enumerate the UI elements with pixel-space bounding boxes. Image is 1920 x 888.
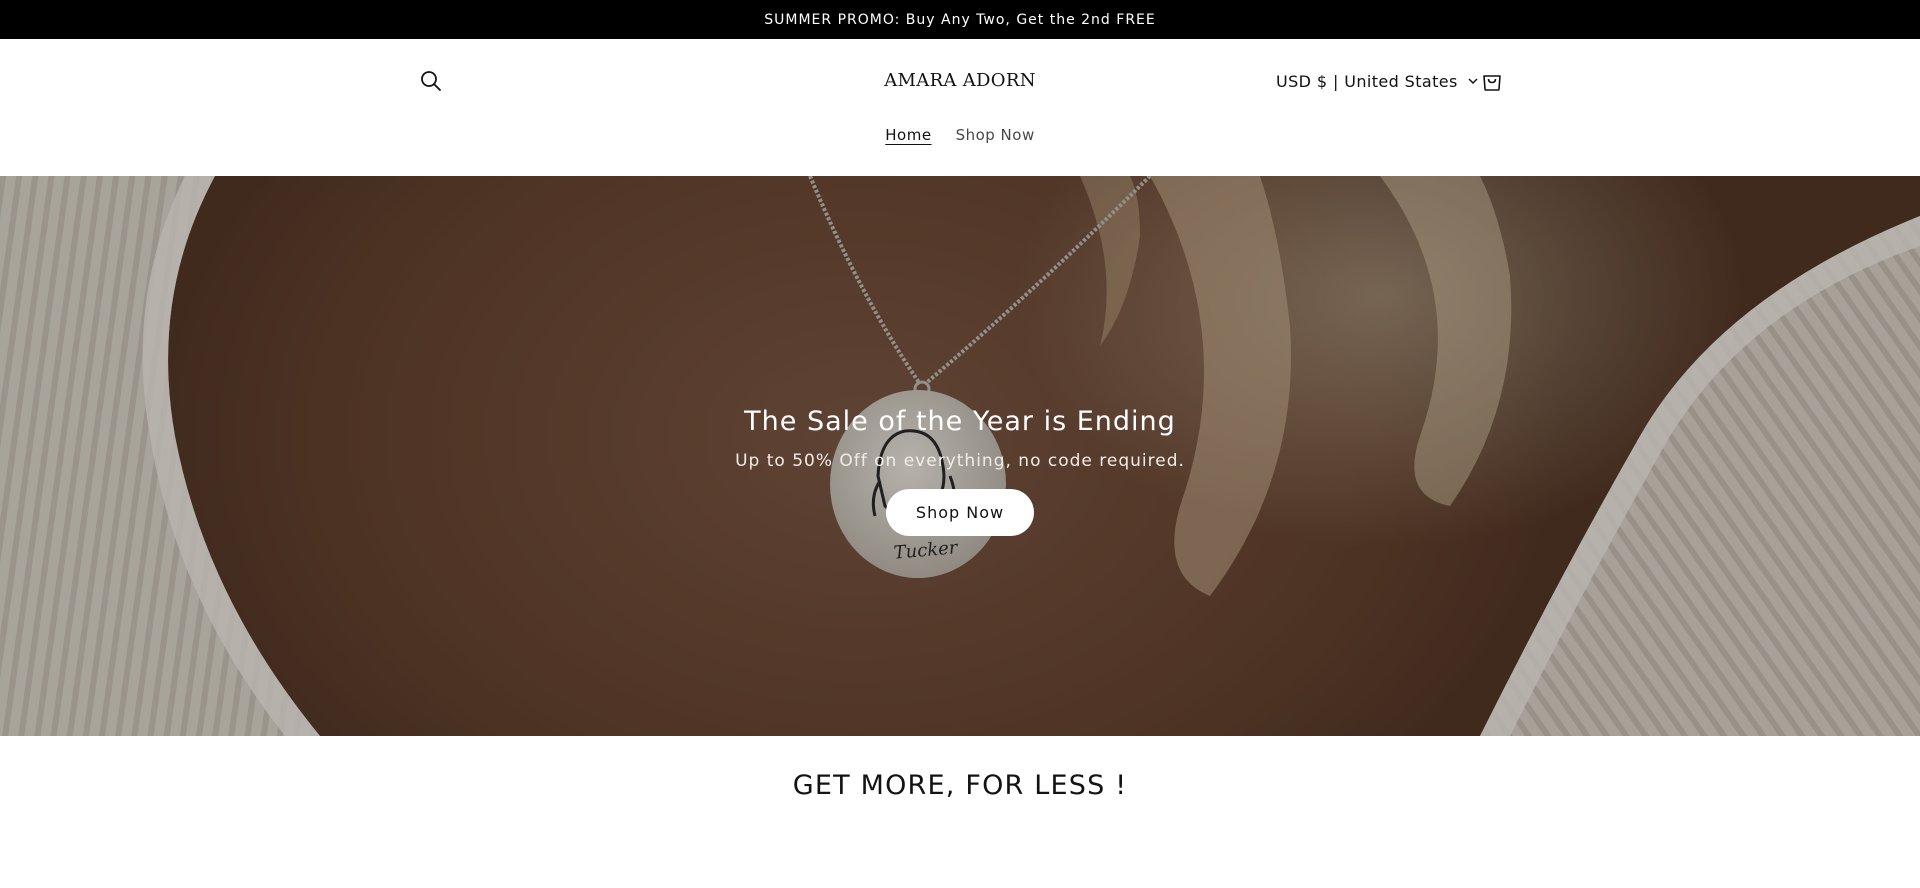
site-logo[interactable]: AMARA ADORN bbox=[760, 67, 1160, 95]
hero-subtitle: Up to 50% Off on everything, no code req… bbox=[735, 451, 1185, 471]
cart-button[interactable] bbox=[1477, 66, 1507, 96]
search-button[interactable] bbox=[417, 67, 445, 95]
main-nav: Home Shop Now bbox=[0, 122, 1920, 148]
cart-icon bbox=[1483, 75, 1501, 91]
shop-now-button[interactable]: Shop Now bbox=[885, 489, 1035, 536]
section-title: GET MORE, FOR LESS ! bbox=[792, 770, 1128, 801]
search-icon bbox=[421, 71, 441, 91]
announcement-text: SUMMER PROMO: Buy Any Two, Get the 2nd F… bbox=[764, 11, 1156, 28]
announcement-bar: SUMMER PROMO: Buy Any Two, Get the 2nd F… bbox=[0, 0, 1920, 39]
locale-label: USD $ | United States bbox=[1276, 71, 1458, 91]
hero-title: The Sale of the Year is Ending bbox=[744, 406, 1176, 437]
hero-banner: Tucker The Sale of the Year is Ending Up… bbox=[0, 176, 1920, 736]
nav-item-home[interactable]: Home bbox=[885, 122, 931, 148]
site-header: AMARA ADORN USD $ | United States Home S… bbox=[0, 39, 1920, 176]
hero-content: The Sale of the Year is Ending Up to 50%… bbox=[0, 176, 1920, 736]
nav-item-shop-now[interactable]: Shop Now bbox=[956, 122, 1035, 148]
locale-selector[interactable]: USD $ | United States bbox=[1276, 67, 1478, 95]
